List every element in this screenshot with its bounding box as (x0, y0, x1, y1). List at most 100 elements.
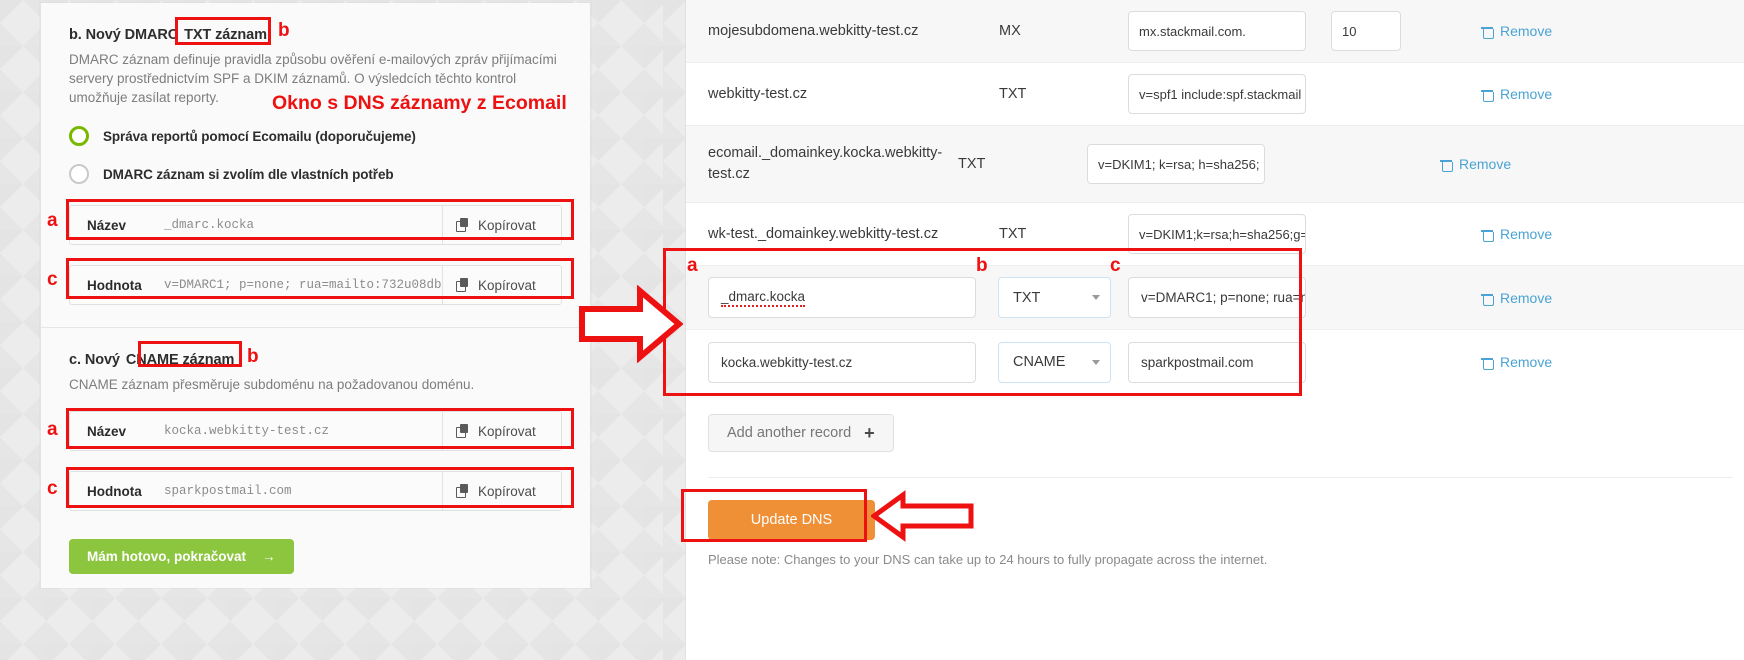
annotation-label-b-record: b (976, 255, 988, 276)
table-row: webkitty-test.cz TXT v=spf1 include:spf.… (686, 63, 1744, 126)
record-type-select[interactable]: CNAME (998, 341, 1111, 383)
cname-value-field[interactable]: Hodnota sparkpostmail.com Kopírovat (69, 471, 562, 511)
radio-selected-icon[interactable] (69, 126, 89, 146)
row-value-input[interactable]: mx.stackmail.com. (1128, 11, 1306, 51)
editable-name-cell: _dmarc.kocka (708, 277, 998, 318)
dmarc-name-copy-button[interactable]: Kopírovat (442, 206, 561, 244)
trash-icon (1481, 227, 1494, 242)
dmarc-value-field[interactable]: Hodnota v=DMARC1; p=none; rua=mailto:732… (69, 265, 562, 305)
dmarc-name-copy-label: Kopírovat (478, 217, 536, 233)
cname-heading: c. Nový CNAME záznam (69, 350, 562, 370)
row-value-input[interactable]: v=spf1 include:spf.stackmail (1128, 74, 1306, 114)
editable-type-cell: TXT (998, 277, 1128, 318)
row-remove-cell: Remove (1421, 23, 1744, 39)
row-value-input[interactable]: v=DKIM1;k=rsa;h=sha256;g=* (1128, 214, 1306, 254)
cname-value-copy-button[interactable]: Kopírovat (442, 472, 561, 510)
dns-records-panel: mojesubdomena.webkitty-test.cz MX mx.sta… (685, 0, 1744, 660)
remove-button[interactable]: Remove (1481, 86, 1552, 102)
remove-label: Remove (1500, 354, 1553, 370)
row-remove-cell: Remove (1421, 86, 1744, 102)
copy-icon (456, 424, 470, 438)
row-type: TXT (958, 156, 986, 172)
cname-value-value: sparkpostmail.com (164, 484, 292, 498)
record-name-input[interactable]: _dmarc.kocka (708, 277, 976, 318)
dmarc-section: b. Nový DMARC TXT záznam DMARC záznam de… (41, 3, 590, 327)
record-value-input[interactable]: sparkpostmail.com (1128, 341, 1306, 383)
annotation-callout-main: Okno s DNS záznamy z Ecomail (272, 92, 567, 114)
update-dns-button[interactable]: Update DNS (708, 500, 875, 540)
row-remove-cell: Remove (1380, 156, 1744, 172)
cname-name-label: Název (87, 423, 127, 439)
row-value-input[interactable]: v=DKIM1; k=rsa; h=sha256; p (1087, 144, 1265, 184)
ecomail-window: b. Nový DMARC TXT záznam DMARC záznam de… (0, 0, 663, 660)
arrow-right-icon: → (262, 549, 276, 564)
continue-button[interactable]: Mám hotovo, pokračovat → (69, 539, 294, 574)
cname-value-label: Hodnota (87, 483, 142, 499)
row-priority-input[interactable]: 10 (1331, 11, 1401, 51)
record-name-text: _dmarc.kocka (721, 289, 806, 307)
editable-type-cell: CNAME (998, 341, 1128, 383)
dns-records-table: mojesubdomena.webkitty-test.cz MX mx.sta… (686, 0, 1744, 394)
annotation-label-a-dmarc: a (47, 210, 58, 231)
remove-label: Remove (1500, 289, 1553, 306)
copy-icon (456, 218, 470, 232)
row-value-cell: v=DKIM1; k=rsa; h=sha256; p (1087, 144, 1290, 184)
remove-label: Remove (1500, 86, 1553, 102)
table-row: wk-test._domainkey.webkitty-test.cz TXT … (686, 203, 1744, 266)
row-type: TXT (999, 226, 1027, 242)
chevron-down-icon (1092, 359, 1100, 365)
dmarc-radio-label-0: Správa reportů pomocí Ecomailu (doporuču… (103, 128, 416, 144)
dmarc-heading-boxed: TXT záznam (184, 27, 267, 43)
dmarc-name-field[interactable]: Název _dmarc.kocka Kopírovat (69, 205, 562, 245)
cname-heading-prefix: c. Nový (69, 352, 120, 368)
radio-unselected-icon[interactable] (69, 164, 89, 184)
dmarc-radio-option-custom[interactable]: DMARC záznam si zvolím dle vlastních pot… (69, 159, 562, 189)
plus-icon: + (864, 423, 875, 443)
row-remove-cell: Remove (1421, 226, 1744, 242)
row-priority-cell: 10 (1331, 11, 1421, 51)
remove-label: Remove (1500, 226, 1553, 242)
row-type: TXT (999, 86, 1027, 102)
remove-button[interactable]: Remove (1481, 23, 1552, 39)
dmarc-heading: b. Nový DMARC TXT záznam (69, 25, 562, 45)
dmarc-value-copy-button[interactable]: Kopírovat (442, 266, 561, 304)
cname-name-copy-label: Kopírovat (478, 423, 536, 439)
editable-name-cell: kocka.webkitty-test.cz (708, 341, 998, 383)
row-name: mojesubdomena.webkitty-test.cz (708, 22, 919, 39)
dmarc-radio-option-ecomail[interactable]: Správa reportů pomocí Ecomailu (doporuču… (69, 121, 562, 151)
remove-button[interactable]: Remove (1481, 226, 1552, 242)
row-type: MX (999, 23, 1021, 39)
record-type-select[interactable]: TXT (998, 277, 1111, 318)
dmarc-value-copy-label: Kopírovat (478, 277, 536, 293)
dns-manager-window: mojesubdomena.webkitty-test.cz MX mx.sta… (663, 0, 1744, 660)
annotation-label-b-cname: b (247, 346, 259, 367)
cname-name-field[interactable]: Název kocka.webkitty-test.cz Kopírovat (69, 411, 562, 451)
add-another-record-button[interactable]: Add another record + (708, 414, 894, 452)
record-name-input[interactable]: kocka.webkitty-test.cz (708, 341, 976, 383)
dns-propagation-note: Please note: Changes to your DNS can tak… (708, 552, 1268, 567)
cname-name-copy-button[interactable]: Kopírovat (442, 412, 561, 450)
cname-name-value: kocka.webkitty-test.cz (164, 424, 330, 438)
cname-description: CNAME záznam přesměruje subdoménu na pož… (69, 377, 475, 392)
remove-button[interactable]: Remove (1440, 156, 1511, 172)
trash-icon (1481, 291, 1494, 306)
cname-heading-boxed: CNAME záznam (125, 352, 235, 368)
annotation-label-c-cname: c (47, 478, 58, 499)
table-row: ecomail._domainkey.kocka.webkitty-test.c… (686, 126, 1744, 203)
continue-button-label: Mám hotovo, pokračovat (87, 549, 247, 564)
remove-button[interactable]: Remove (1481, 354, 1552, 370)
remove-button[interactable]: Remove (1481, 290, 1552, 306)
trash-icon (1481, 87, 1494, 102)
copy-icon (456, 484, 470, 498)
editable-value-cell: sparkpostmail.com (1128, 341, 1331, 383)
row-value-cell: v=spf1 include:spf.stackmail (1128, 74, 1331, 114)
dmarc-name-label: Název (87, 217, 127, 233)
remove-label: Remove (1500, 23, 1553, 39)
annotation-label-a-record: a (687, 255, 698, 276)
chevron-down-icon (1092, 295, 1100, 300)
record-value-input[interactable]: v=DMARC1; p=none; rua=ma (1128, 277, 1306, 318)
table-row-editable: kocka.webkitty-test.cz CNAME sparkpostma… (686, 330, 1744, 394)
annotation-arrow-update-dns (871, 490, 974, 542)
trash-icon (1481, 24, 1494, 39)
annotation-arrow-transition (579, 285, 683, 363)
